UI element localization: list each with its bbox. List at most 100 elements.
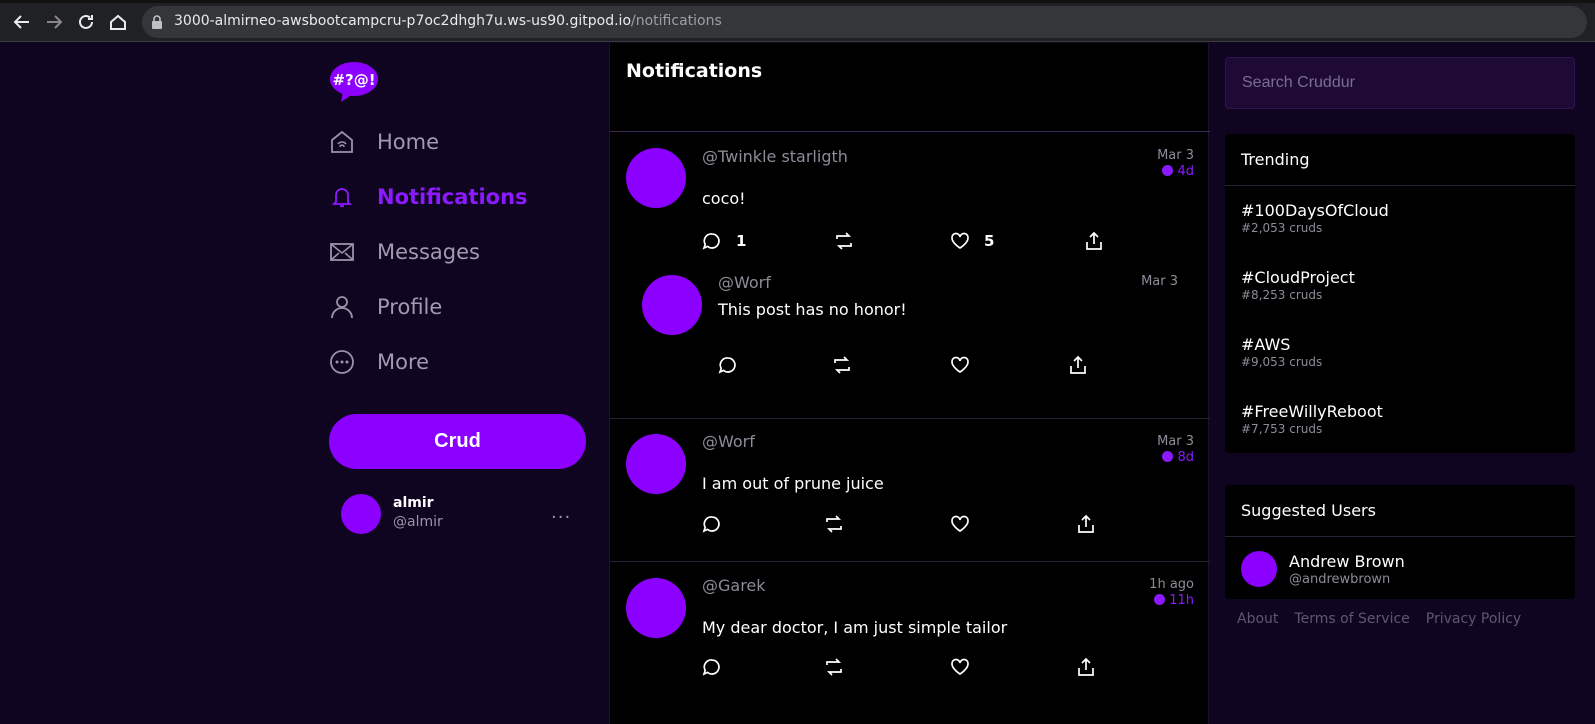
like-button[interactable] [950,354,970,376]
sidebar-item-more[interactable]: More [329,342,569,382]
like-button[interactable] [950,656,970,678]
reply-button[interactable]: 1 [702,230,746,252]
sidebar-item-label: Messages [377,240,480,264]
suggested-title: Suggested Users [1241,501,1376,520]
footer-link-terms[interactable]: Terms of Service [1294,611,1409,627]
trending-item[interactable]: #100DaysOfCloud #2,053 cruds [1241,201,1389,235]
heart-icon [951,232,969,250]
home-icon [329,129,355,155]
bomb-icon [1154,594,1166,605]
repost-button[interactable] [832,354,852,376]
bomb-icon [1162,165,1174,176]
avatar[interactable] [642,275,702,335]
person-icon [329,294,355,320]
trending-count: #8,253 cruds [1241,288,1323,302]
home-page-icon[interactable] [108,12,128,32]
avatar[interactable] [1241,551,1277,587]
sidebar-item-messages[interactable]: Messages [329,232,569,272]
post-handle[interactable]: @Worf [718,273,771,292]
trending-count: #9,053 cruds [1241,355,1323,369]
reply-icon [702,516,720,533]
current-user[interactable]: almir @almir ... [341,492,576,536]
repost-icon [836,232,852,250]
like-button[interactable] [950,513,970,535]
reload-icon[interactable] [76,12,96,32]
reply-icon [702,659,720,676]
forward-icon[interactable] [44,12,64,32]
trending-name: #CloudProject [1241,268,1355,287]
crud-button[interactable]: Crud [329,414,586,469]
post-message: coco! [702,189,746,208]
page-title: Notifications [626,60,763,82]
footer-link-about[interactable]: About [1237,611,1278,627]
share-button[interactable] [1076,513,1096,535]
search-input[interactable] [1225,57,1575,109]
user-handle: @almir [393,514,443,530]
post-expires-text: 8d [1177,450,1194,465]
post-date: Mar 3 [1157,148,1194,163]
post-message: I am out of prune juice [702,474,884,493]
repost-button[interactable] [824,513,844,535]
post-handle[interactable]: @Garek [702,576,766,595]
repost-button[interactable] [834,230,854,252]
repost-icon [826,658,842,676]
sidebar-item-profile[interactable]: Profile [329,287,569,327]
trending-item[interactable]: #FreeWillyReboot #7,753 cruds [1241,402,1383,436]
trending-count: #7,753 cruds [1241,422,1323,436]
address-bar[interactable]: 3000-almirneo-awsbootcampcru-p7oc2dhgh7u… [142,6,1587,38]
repost-button[interactable] [824,656,844,678]
suggested-user-name[interactable]: Andrew Brown [1289,552,1405,571]
post-expires: 4d [1162,164,1194,179]
trending-title: Trending [1241,150,1310,169]
header-divider [610,131,1210,132]
cruddur-logo[interactable]: #?@! [329,61,379,103]
url-text: 3000-almirneo-awsbootcampcru-p7oc2dhgh7u… [174,13,722,29]
share-button[interactable] [1084,230,1104,252]
sidebar-item-home[interactable]: Home [329,122,569,162]
more-circle-icon [329,349,355,375]
like-button[interactable]: 5 [950,230,994,252]
reply-button[interactable] [702,656,722,678]
avatar[interactable] [626,148,686,208]
post-date: Mar 3 [1141,274,1178,289]
bell-icon [329,184,355,210]
back-icon[interactable] [12,12,32,32]
trending-item[interactable]: #CloudProject #8,253 cruds [1241,268,1355,302]
post-expires-text: 11h [1169,593,1194,608]
trending-name: #FreeWillyReboot [1241,402,1383,421]
logo-text: #?@! [332,71,375,89]
bomb-icon [1162,451,1174,462]
post-handle[interactable]: @Worf [702,432,755,451]
box-divider [1225,185,1575,186]
trending-name: #AWS [1241,335,1291,354]
suggested-users-box: Suggested Users Andrew Brown @andrewbrow… [1225,485,1575,599]
sidebar-item-notifications[interactable]: Notifications [329,177,569,217]
user-more-button[interactable]: ... [551,502,571,523]
sidebar-item-label: More [377,350,430,374]
sidebar-item-label: Profile [377,295,443,319]
trending-name: #100DaysOfCloud [1241,201,1389,220]
reply-button[interactable] [718,354,738,376]
sidebar-item-label: Home [377,130,440,154]
url-path: /notifications [631,13,722,29]
share-button[interactable] [1068,354,1088,376]
footer-link-privacy[interactable]: Privacy Policy [1426,611,1521,627]
trending-item[interactable]: #AWS #9,053 cruds [1241,335,1322,369]
reply-button[interactable] [702,513,722,535]
divider [610,418,1210,419]
avatar [341,494,381,534]
avatar[interactable] [626,434,686,494]
like-count: 5 [984,232,995,250]
post-expires: 11h [1154,593,1194,608]
post-message: This post has no honor! [718,300,907,319]
tab-strip [0,0,1595,3]
post-expires-text: 4d [1177,164,1194,179]
share-button[interactable] [1076,656,1096,678]
heart-icon [951,356,969,374]
share-icon [1078,514,1094,533]
heart-icon [951,658,969,676]
post-date: Mar 3 [1157,434,1194,449]
post-handle[interactable]: @Twinkle starligth [702,147,848,166]
repost-icon [826,515,842,533]
avatar[interactable] [626,578,686,638]
